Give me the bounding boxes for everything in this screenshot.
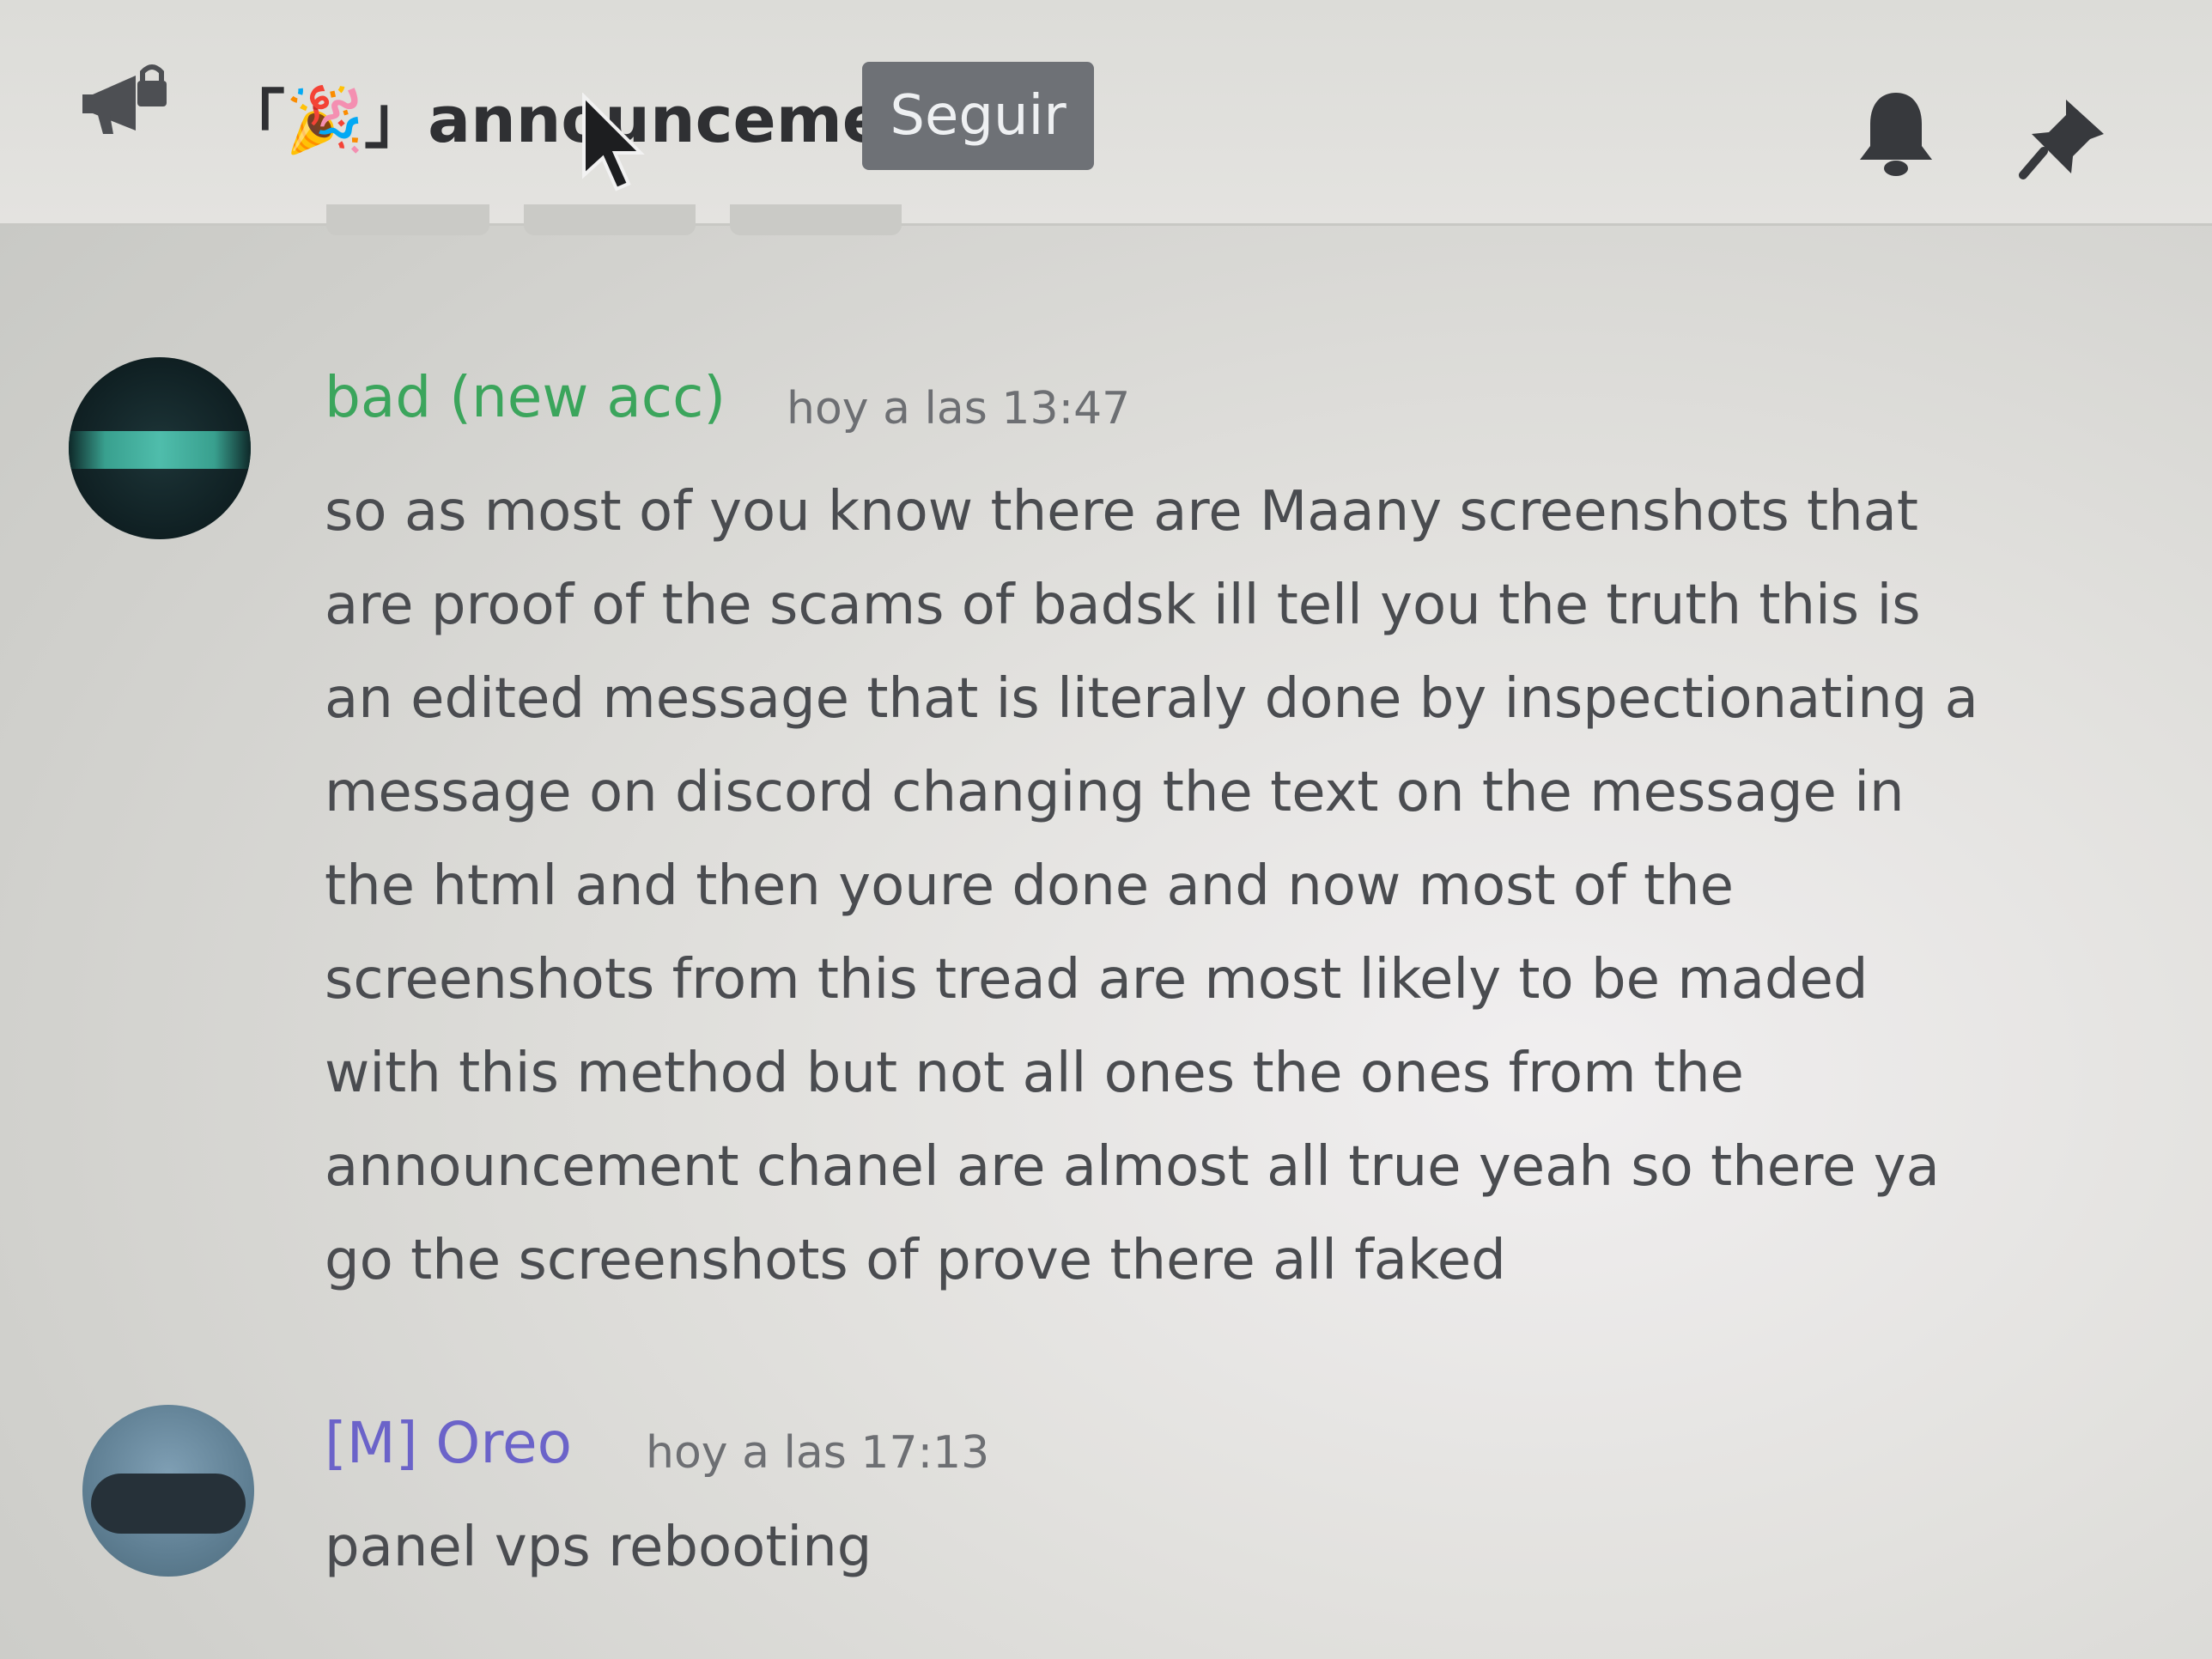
message-item: bad (new acc) hoy a las 13:47 so as most… <box>0 357 2212 1302</box>
bell-icon[interactable] <box>1853 86 1939 180</box>
message-line: message on discord changing the text on … <box>325 761 1905 824</box>
reaction-pill[interactable] <box>524 204 696 235</box>
message-content: panel vps rebooting <box>325 1501 872 1595</box>
message-line: announcement chanel are almost all true … <box>325 1135 1940 1199</box>
reactions-strip <box>326 204 927 239</box>
message-line: with this method but not all ones the on… <box>325 1042 1744 1105</box>
channel-header: 「🎉」announcements Seguir <box>0 0 2212 226</box>
message-content: so as most of you know there are Maany s… <box>325 465 1978 1308</box>
avatar-graphic <box>91 1474 246 1534</box>
avatar-graphic <box>69 431 251 469</box>
message-line: so as most of you know there are Maany s… <box>325 480 1918 544</box>
megaphone-lock-icon <box>82 64 167 134</box>
avatar[interactable] <box>69 357 251 539</box>
mouse-cursor-icon <box>582 93 645 191</box>
message-line: screenshots from this tread are most lik… <box>325 948 1869 1012</box>
message-author[interactable]: [M] Oreo <box>325 1410 572 1476</box>
message-line: the html and then youre done and now mos… <box>325 854 1734 918</box>
message-item: [M] Oreo hoy a las 17:13 panel vps reboo… <box>0 1405 2212 1628</box>
message-line: an edited message that is literaly done … <box>325 667 1978 731</box>
message-timestamp: hoy a las 17:13 <box>646 1427 990 1479</box>
reaction-pill[interactable] <box>730 204 902 235</box>
message-author[interactable]: bad (new acc) <box>325 364 726 430</box>
reaction-pill[interactable] <box>326 204 489 235</box>
follow-button[interactable]: Seguir <box>862 62 1094 170</box>
avatar[interactable] <box>82 1405 254 1577</box>
message-line: go the screenshots of prove there all fa… <box>325 1229 1506 1292</box>
message-timestamp: hoy a las 13:47 <box>787 383 1131 434</box>
pin-icon[interactable] <box>2018 94 2112 180</box>
message-line: are proof of the scams of badsk ill tell… <box>325 574 1921 637</box>
message-line: panel vps rebooting <box>325 1516 872 1579</box>
